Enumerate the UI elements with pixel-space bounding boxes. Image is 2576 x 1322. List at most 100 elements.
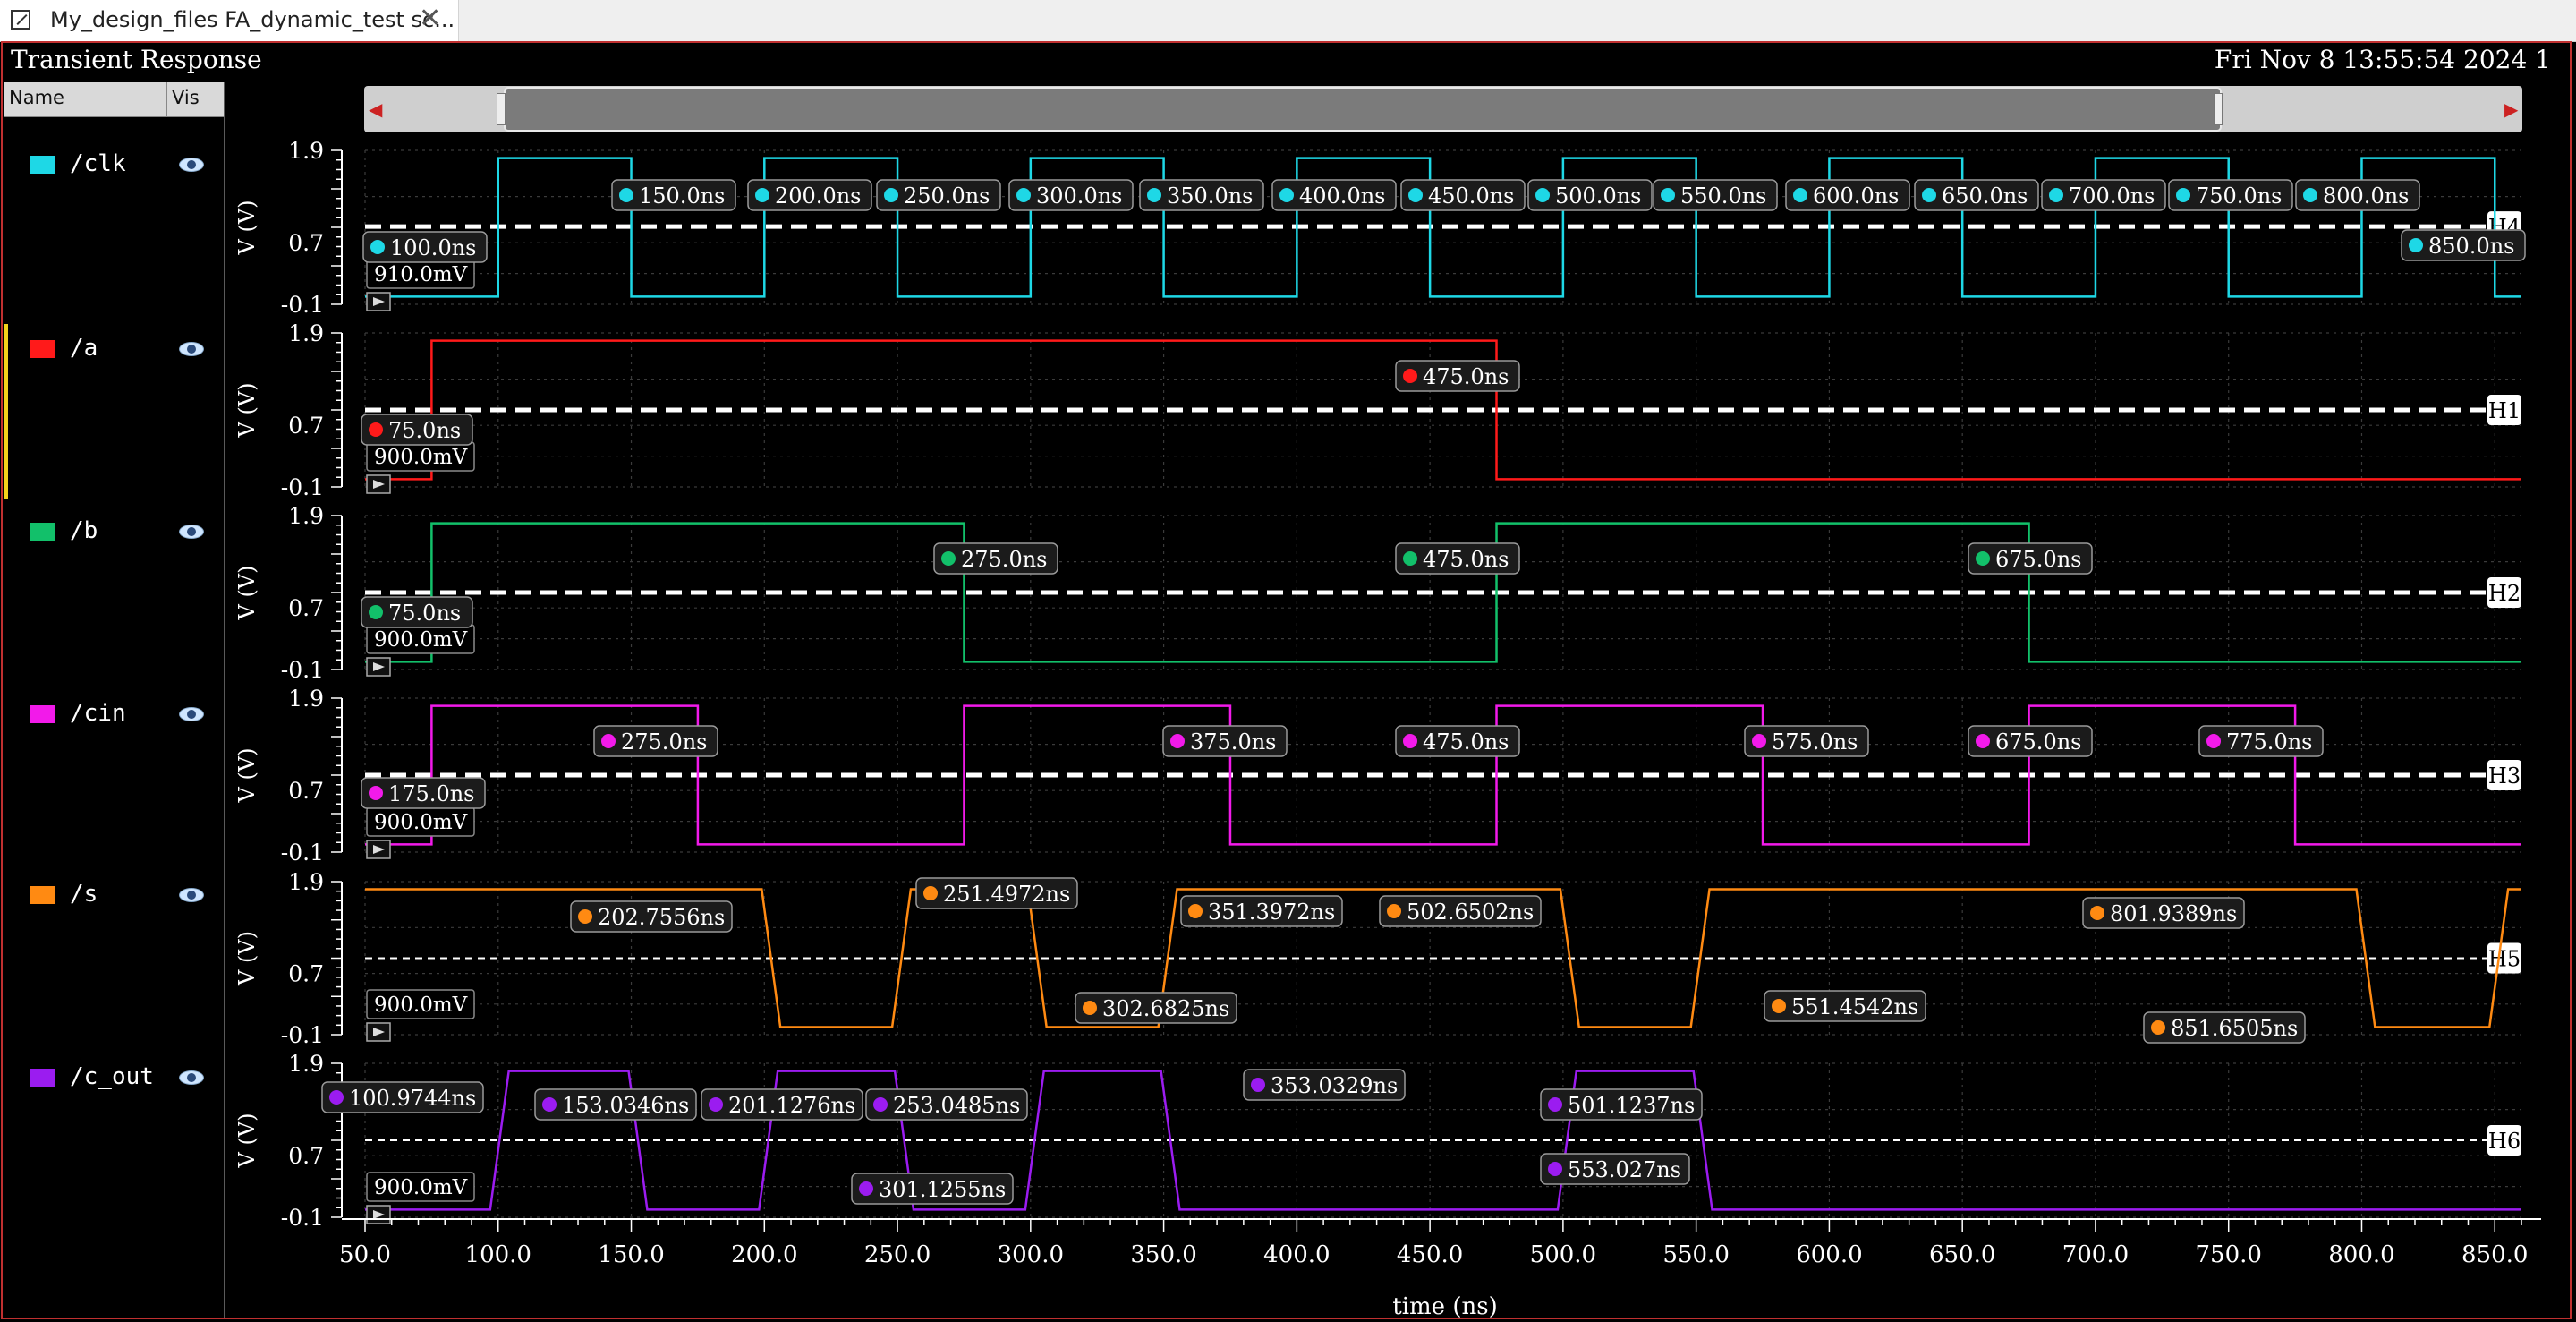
x-tick-label: 800.0 (2328, 1241, 2394, 1268)
x-tick-label: 450.0 (1397, 1241, 1463, 1268)
y-tick-label: -0.1 (281, 840, 324, 866)
time-callout-dot (1403, 551, 1417, 566)
time-callout-dot (884, 188, 898, 202)
y-axis-label: V (V) (234, 382, 259, 438)
time-callout: 475.0ns (1423, 364, 1509, 389)
time-callout-dot (2090, 906, 2104, 920)
time-callout: 500.0ns (1555, 183, 1641, 209)
x-tick-label: 100.0 (465, 1241, 531, 1268)
x-tick-label: 500.0 (1530, 1241, 1596, 1268)
time-callout-dot (1170, 734, 1185, 748)
marker-label: H1 (2488, 398, 2521, 423)
time-callout: 75.0ns (388, 418, 461, 443)
x-axis-label: time (ns) (1392, 1293, 1497, 1320)
y-tick-label: 1.9 (288, 686, 324, 712)
time-callout-dot (2303, 188, 2317, 202)
level-readout: 900.0mV (374, 628, 468, 652)
level-readout: 900.0mV (374, 811, 468, 834)
y-axis-label: V (V) (234, 565, 259, 620)
marker-label: H6 (2488, 1129, 2521, 1154)
level-readout: 900.0mV (374, 1176, 468, 1199)
time-callout: 575.0ns (1772, 729, 1858, 755)
time-callout: 450.0ns (1428, 183, 1514, 209)
time-callout-dot (369, 422, 383, 437)
time-callout: 553.027ns (1568, 1157, 1681, 1182)
time-callout: 675.0ns (1995, 547, 2081, 572)
time-callout-dot (941, 551, 956, 566)
time-callout: 650.0ns (1942, 183, 2028, 209)
time-callout-dot (542, 1097, 557, 1112)
time-callout-dot (1922, 188, 1936, 202)
time-callout: 775.0ns (2226, 729, 2312, 755)
time-callout: 550.0ns (1680, 183, 1766, 209)
time-callout-dot (1661, 188, 1675, 202)
level-readout: 910.0mV (374, 263, 468, 286)
time-callout-dot (1976, 551, 1990, 566)
time-callout-dot (370, 240, 385, 254)
y-tick-label: 0.7 (288, 961, 324, 987)
time-callout: 551.4542ns (1791, 994, 1918, 1019)
time-callout-dot (329, 1090, 344, 1105)
y-axis-label: V (V) (234, 931, 259, 986)
time-callout-dot (859, 1181, 873, 1196)
time-callout: 600.0ns (1813, 183, 1899, 209)
time-callout: 375.0ns (1190, 729, 1276, 755)
time-callout: 150.0ns (639, 183, 725, 209)
time-callout-dot (1387, 904, 1401, 918)
level-readout: 900.0mV (374, 994, 468, 1017)
x-tick-label: 350.0 (1130, 1241, 1196, 1268)
time-callout-dot (369, 786, 383, 800)
time-callout: 750.0ns (2196, 183, 2282, 209)
x-tick-label: 700.0 (2062, 1241, 2129, 1268)
time-callout: 800.0ns (2323, 183, 2409, 209)
time-callout-dot (2151, 1020, 2165, 1035)
time-callout: 100.9744ns (349, 1086, 476, 1111)
time-callout-dot (755, 188, 769, 202)
x-tick-label: 750.0 (2195, 1241, 2261, 1268)
time-callout-dot (1188, 904, 1203, 918)
time-callout-dot (2049, 188, 2063, 202)
time-callout: 675.0ns (1995, 729, 2081, 755)
y-tick-label: 1.9 (288, 503, 324, 529)
time-callout: 75.0ns (388, 601, 461, 626)
time-callout-dot (619, 188, 633, 202)
time-callout: 475.0ns (1423, 547, 1509, 572)
time-callout: 350.0ns (1167, 183, 1253, 209)
x-tick-label: 650.0 (1929, 1241, 1995, 1268)
x-tick-label: 850.0 (2461, 1241, 2528, 1268)
time-callout-dot (1976, 734, 1990, 748)
x-tick-label: 50.0 (339, 1241, 391, 1268)
time-callout-dot (1548, 1097, 1562, 1112)
time-callout-dot (1251, 1078, 1265, 1092)
time-callout-dot (1147, 188, 1161, 202)
time-callout: 400.0ns (1299, 183, 1385, 209)
y-axis-label: V (V) (234, 747, 259, 803)
y-tick-label: -0.1 (281, 1022, 324, 1048)
y-tick-label: 0.7 (288, 413, 324, 439)
time-callout: 851.6505ns (2171, 1016, 2298, 1041)
y-tick-label: 0.7 (288, 1143, 324, 1169)
x-tick-label: 300.0 (998, 1241, 1064, 1268)
time-callout-dot (2176, 188, 2190, 202)
marker-label: H5 (2488, 947, 2521, 972)
time-callout-dot (1535, 188, 1550, 202)
y-tick-label: -0.1 (281, 1205, 324, 1231)
y-axis-label: V (V) (234, 200, 259, 255)
y-tick-label: 1.9 (288, 138, 324, 164)
time-callout: 302.6825ns (1102, 996, 1229, 1021)
time-callout: 850.0ns (2428, 234, 2514, 259)
x-tick-label: 150.0 (598, 1241, 664, 1268)
time-callout: 301.1255ns (879, 1177, 1006, 1202)
time-callout: 801.9389ns (2110, 901, 2237, 926)
time-callout: 351.3972ns (1208, 900, 1335, 925)
time-callout: 501.1237ns (1568, 1093, 1695, 1118)
time-callout: 100.0ns (390, 235, 476, 260)
time-callout-dot (369, 605, 383, 619)
x-tick-label: 600.0 (1796, 1241, 1862, 1268)
y-axis-label: V (V) (234, 1113, 259, 1168)
time-callout-dot (1016, 188, 1031, 202)
marker-label: H3 (2488, 763, 2521, 789)
time-callout: 275.0ns (621, 729, 707, 755)
level-readout: 900.0mV (374, 446, 468, 469)
time-callout-dot (1793, 188, 1807, 202)
